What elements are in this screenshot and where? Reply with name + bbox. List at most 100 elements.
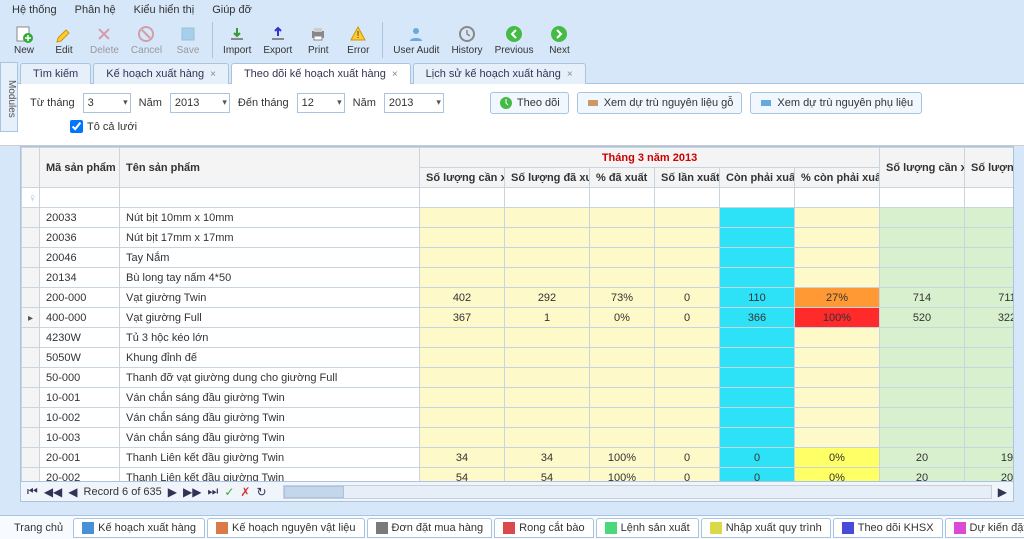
- col-pct[interactable]: % đã xuất: [590, 168, 655, 188]
- col-pctremain[interactable]: % còn phải xuất: [795, 168, 880, 188]
- modules-side-tab[interactable]: Modules: [0, 62, 18, 132]
- filter-name[interactable]: [120, 188, 420, 208]
- menu-bar: Hệ thống Phân hệ Kiểu hiển thị Giúp đỡ: [0, 0, 1024, 20]
- next-button[interactable]: Next: [539, 22, 579, 58]
- table-row[interactable]: 4230WTủ 3 hộc kéo lớn: [22, 328, 1014, 348]
- col-group-month: Tháng 3 năm 2013: [420, 148, 880, 168]
- bottom-tab[interactable]: Theo dõi KHSX: [833, 518, 943, 538]
- close-icon[interactable]: ×: [567, 69, 573, 80]
- filter-row-icon[interactable]: ♀: [22, 188, 40, 208]
- import-button[interactable]: Import: [217, 22, 257, 58]
- tab-icon: [605, 522, 617, 534]
- follow-button[interactable]: Theo dõi: [490, 92, 569, 114]
- table-row[interactable]: 10-002Ván chắn sáng đầu giường Twin: [22, 408, 1014, 428]
- delete-icon: [94, 24, 114, 44]
- user-audit-icon: [406, 24, 426, 44]
- pager-prevpage[interactable]: ◀◀: [44, 485, 62, 499]
- print-button[interactable]: Print: [298, 22, 338, 58]
- close-icon[interactable]: ×: [210, 69, 216, 80]
- bottom-tab[interactable]: Kế hoạch xuất hàng: [73, 518, 205, 538]
- col-code[interactable]: Mã sản phẩm: [40, 148, 120, 188]
- svg-text:!: !: [357, 30, 360, 41]
- bottom-tab[interactable]: Nhập xuất quy trình: [701, 518, 831, 538]
- aux-material-button[interactable]: Xem dự trù nguyên phụ liệu: [750, 92, 922, 114]
- close-icon[interactable]: ×: [392, 69, 398, 80]
- tab-icon: [216, 522, 228, 534]
- export-button[interactable]: Export: [257, 22, 298, 58]
- main-tab[interactable]: Lịch sử kế hoạch xuất hàng×: [413, 63, 586, 84]
- tab-icon: [954, 522, 966, 534]
- to-year-label: Năm: [353, 97, 376, 109]
- bottom-tab[interactable]: Lệnh sản xuất: [596, 518, 699, 538]
- bottom-tab[interactable]: Trang chủ: [6, 519, 71, 537]
- main-tab[interactable]: Kế hoạch xuất hàng×: [93, 63, 229, 84]
- new-button[interactable]: New: [4, 22, 44, 58]
- pager-last[interactable]: ⏭: [208, 484, 219, 499]
- previous-icon: [504, 24, 524, 44]
- import-icon: [227, 24, 247, 44]
- pager-nextpage[interactable]: ▶▶: [183, 485, 201, 499]
- bottom-tab[interactable]: Dự kiến đặt hàng: [945, 518, 1024, 538]
- bottom-tabs: Trang chủKế hoạch xuất hàngKế hoạch nguy…: [0, 515, 1024, 539]
- to-month-select[interactable]: 12▾: [297, 93, 345, 113]
- fill-grid-checkbox[interactable]: Tô cả lưới: [70, 120, 137, 133]
- delete-button[interactable]: Delete: [84, 22, 125, 58]
- history-button[interactable]: History: [445, 22, 488, 58]
- toolbar: New Edit Delete Cancel Save Import Expor…: [0, 20, 1024, 60]
- to-month-label: Đến tháng: [238, 97, 289, 109]
- pager-cancel[interactable]: ✗: [240, 485, 250, 499]
- table-row[interactable]: 200-000Vạt giường Twin40229273%011027%71…: [22, 288, 1014, 308]
- from-month-select[interactable]: 3▾: [83, 93, 131, 113]
- from-month-label: Từ tháng: [30, 97, 75, 109]
- horizontal-scrollbar[interactable]: [283, 485, 992, 499]
- bottom-tab[interactable]: Đơn đặt mua hàng: [367, 518, 493, 538]
- bottom-tab[interactable]: Rong cắt bào: [494, 518, 593, 538]
- pager-next[interactable]: ▶: [168, 485, 177, 499]
- table-row[interactable]: 10-003Ván chắn sáng đầu giường Twin: [22, 428, 1014, 448]
- table-row[interactable]: 400-000Vạt giường Full36710%0366100%5203…: [22, 308, 1014, 328]
- col-need[interactable]: Số lượng cần xuất: [420, 168, 505, 188]
- to-year-select[interactable]: 2013▾: [384, 93, 444, 113]
- edit-icon: [54, 24, 74, 44]
- menu-item[interactable]: Hệ thống: [12, 4, 57, 16]
- filter-code[interactable]: [40, 188, 120, 208]
- col-need2[interactable]: Số lượng cần xuất: [880, 148, 965, 188]
- pager-first[interactable]: ⏮: [27, 484, 38, 499]
- table-row[interactable]: 20033Nút bịt 10mm x 10mm: [22, 208, 1014, 228]
- error-button[interactable]: !Error: [338, 22, 378, 58]
- year-label: Năm: [139, 97, 162, 109]
- menu-item[interactable]: Giúp đỡ: [212, 4, 252, 16]
- previous-button[interactable]: Previous: [489, 22, 540, 58]
- main-tab[interactable]: Theo dõi kế hoạch xuất hàng×: [231, 63, 411, 84]
- tab-icon: [503, 522, 515, 534]
- bottom-tab[interactable]: Kế hoạch nguyên vật liệu: [207, 518, 365, 538]
- next-icon: [549, 24, 569, 44]
- tab-icon: [842, 522, 854, 534]
- table-row[interactable]: 50-000Thanh đỡ vạt giường dung cho giườn…: [22, 368, 1014, 388]
- cancel-button[interactable]: Cancel: [125, 22, 168, 58]
- save-button[interactable]: Save: [168, 22, 208, 58]
- menu-item[interactable]: Kiểu hiển thị: [134, 4, 195, 16]
- pager-commit[interactable]: ✓: [224, 485, 234, 499]
- table-row[interactable]: 20-001Thanh Liên kết đầu giường Twin3434…: [22, 448, 1014, 468]
- table-row[interactable]: 20036Nút bịt 17mm x 17mm: [22, 228, 1014, 248]
- hscroll-right[interactable]: ▶: [998, 485, 1007, 499]
- col-times[interactable]: Số lần xuất: [655, 168, 720, 188]
- col-done2[interactable]: Số lượng đã xuất: [965, 148, 1014, 188]
- pager-refresh[interactable]: ↻: [256, 485, 266, 499]
- edit-button[interactable]: Edit: [44, 22, 84, 58]
- table-row[interactable]: 10-001Ván chắn sáng đầu giường Twin: [22, 388, 1014, 408]
- wood-material-button[interactable]: Xem dự trù nguyên liệu gỗ: [577, 92, 743, 114]
- main-tab[interactable]: Tìm kiếm: [20, 63, 91, 84]
- col-remain[interactable]: Còn phải xuất: [720, 168, 795, 188]
- cancel-icon: [136, 24, 156, 44]
- table-row[interactable]: 20046Tay Nắm: [22, 248, 1014, 268]
- menu-item[interactable]: Phân hệ: [75, 4, 116, 16]
- col-done[interactable]: Số lượng đã xuất: [505, 168, 590, 188]
- user-audit-button[interactable]: User Audit: [387, 22, 445, 58]
- from-year-select[interactable]: 2013▾: [170, 93, 230, 113]
- col-name[interactable]: Tên sản phẩm: [120, 148, 420, 188]
- table-row[interactable]: 20134Bù long tay nấm 4*50: [22, 268, 1014, 288]
- pager-prev[interactable]: ◀: [68, 485, 77, 499]
- table-row[interactable]: 5050WKhung đỉnh đế: [22, 348, 1014, 368]
